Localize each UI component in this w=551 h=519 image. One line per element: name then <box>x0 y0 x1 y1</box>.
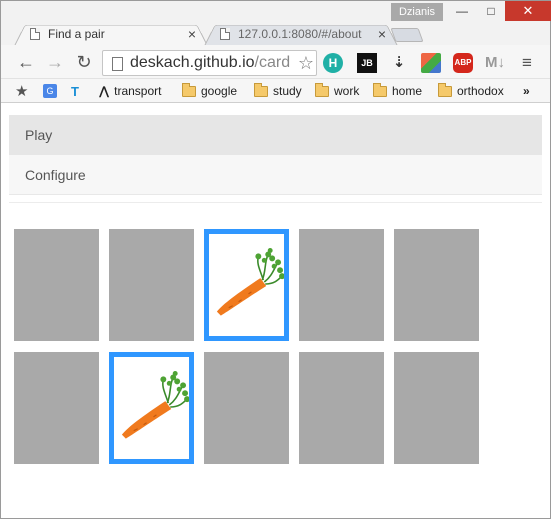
card-hidden[interactable] <box>109 229 194 341</box>
close-window-button[interactable]: ✕ <box>505 1 551 21</box>
bookmark-home[interactable]: home <box>373 82 422 100</box>
bookmarks-overflow-chevron-icon[interactable]: » <box>523 82 530 100</box>
jb-extension-icon[interactable]: JB <box>357 53 377 73</box>
reload-icon[interactable]: ↻ <box>73 51 95 73</box>
card-hidden[interactable] <box>299 229 384 341</box>
card-hidden[interactable] <box>299 352 384 464</box>
maximize-button[interactable]: □ <box>477 1 505 21</box>
divider <box>9 202 542 203</box>
page-icon <box>30 28 40 40</box>
tab-close-icon[interactable]: × <box>186 27 198 41</box>
bookmarks-star-icon[interactable]: ★ <box>15 82 28 100</box>
bookmark-orthodox[interactable]: orthodox <box>438 82 504 100</box>
card-hidden[interactable] <box>204 352 289 464</box>
card-open-carrot[interactable] <box>109 352 194 464</box>
bookmark-google[interactable]: google <box>182 82 237 100</box>
address-bar[interactable]: deskach.github.io/cardm ☆ <box>102 50 317 76</box>
tab-about[interactable]: 127.0.0.1:8080/#/about × <box>204 22 398 46</box>
card-hidden[interactable] <box>14 229 99 341</box>
bookmark-work[interactable]: work <box>315 82 359 100</box>
folder-icon <box>254 82 268 97</box>
bookmarks-bar: ★ G T ⋀ transport google study work home … <box>1 79 550 103</box>
bookmark-label: transport <box>114 84 162 98</box>
page-content: Play Configure <box>1 104 550 518</box>
new-tab-button[interactable] <box>390 28 424 42</box>
url-path: /cardm <box>254 54 290 71</box>
bookmark-label: home <box>392 84 423 98</box>
bookmark-star-icon[interactable]: ☆ <box>298 52 314 74</box>
multicolor-extension-icon[interactable] <box>421 53 441 73</box>
card-hidden[interactable] <box>14 352 99 464</box>
folder-icon <box>438 82 452 97</box>
menu-configure[interactable]: Configure <box>9 155 542 195</box>
tab-close-icon[interactable]: × <box>376 27 388 41</box>
folder-icon <box>373 82 387 97</box>
card-open-carrot[interactable] <box>204 229 289 341</box>
browser-toolbar: ← → ↻ deskach.github.io/cardm ☆ H JB ⇣ A… <box>1 45 550 79</box>
folder-icon <box>182 82 196 97</box>
card-hidden[interactable] <box>394 229 479 341</box>
profile-badge[interactable]: Dzianis <box>391 3 443 21</box>
url-text[interactable]: deskach.github.io/cardm <box>130 54 290 72</box>
tab-find-a-pair[interactable]: Find a pair × <box>14 22 208 46</box>
tab-title: 127.0.0.1:8080/#/about <box>238 27 362 41</box>
page-info-icon[interactable] <box>112 57 123 71</box>
h-extension-icon[interactable]: H <box>323 53 343 73</box>
browser-window: Dzianis — □ ✕ Find a pair × 127.0.0.1:80… <box>0 0 551 519</box>
bookmark-study[interactable]: study <box>254 82 302 100</box>
menu-icon[interactable]: ≡ <box>517 53 537 73</box>
bookmark-label: google <box>201 84 238 98</box>
page-icon <box>220 28 230 40</box>
minimize-button[interactable]: — <box>447 1 477 21</box>
download-extension-icon[interactable]: ⇣ <box>389 53 409 73</box>
google-translate-icon[interactable]: G <box>43 82 57 100</box>
forward-arrow-icon[interactable]: → <box>44 51 66 73</box>
menu-play[interactable]: Play <box>9 115 542 155</box>
title-bar: Dzianis — □ ✕ Find a pair × 127.0.0.1:80… <box>1 1 551 46</box>
bookmark-label: orthodox <box>457 84 504 98</box>
bookmark-label: study <box>273 84 302 98</box>
adblock-icon[interactable]: ABP <box>453 53 473 73</box>
tab-title: Find a pair <box>48 27 105 41</box>
card-hidden[interactable] <box>394 352 479 464</box>
markdown-extension-icon[interactable]: M↓ <box>485 53 505 73</box>
bookmark-transport[interactable]: ⋀ transport <box>99 82 161 100</box>
back-arrow-icon[interactable]: ← <box>15 51 37 73</box>
bookmark-label: work <box>334 84 360 98</box>
url-host: deskach.github.io <box>130 54 255 71</box>
folder-icon <box>315 82 329 97</box>
trello-icon[interactable]: T <box>71 82 79 100</box>
